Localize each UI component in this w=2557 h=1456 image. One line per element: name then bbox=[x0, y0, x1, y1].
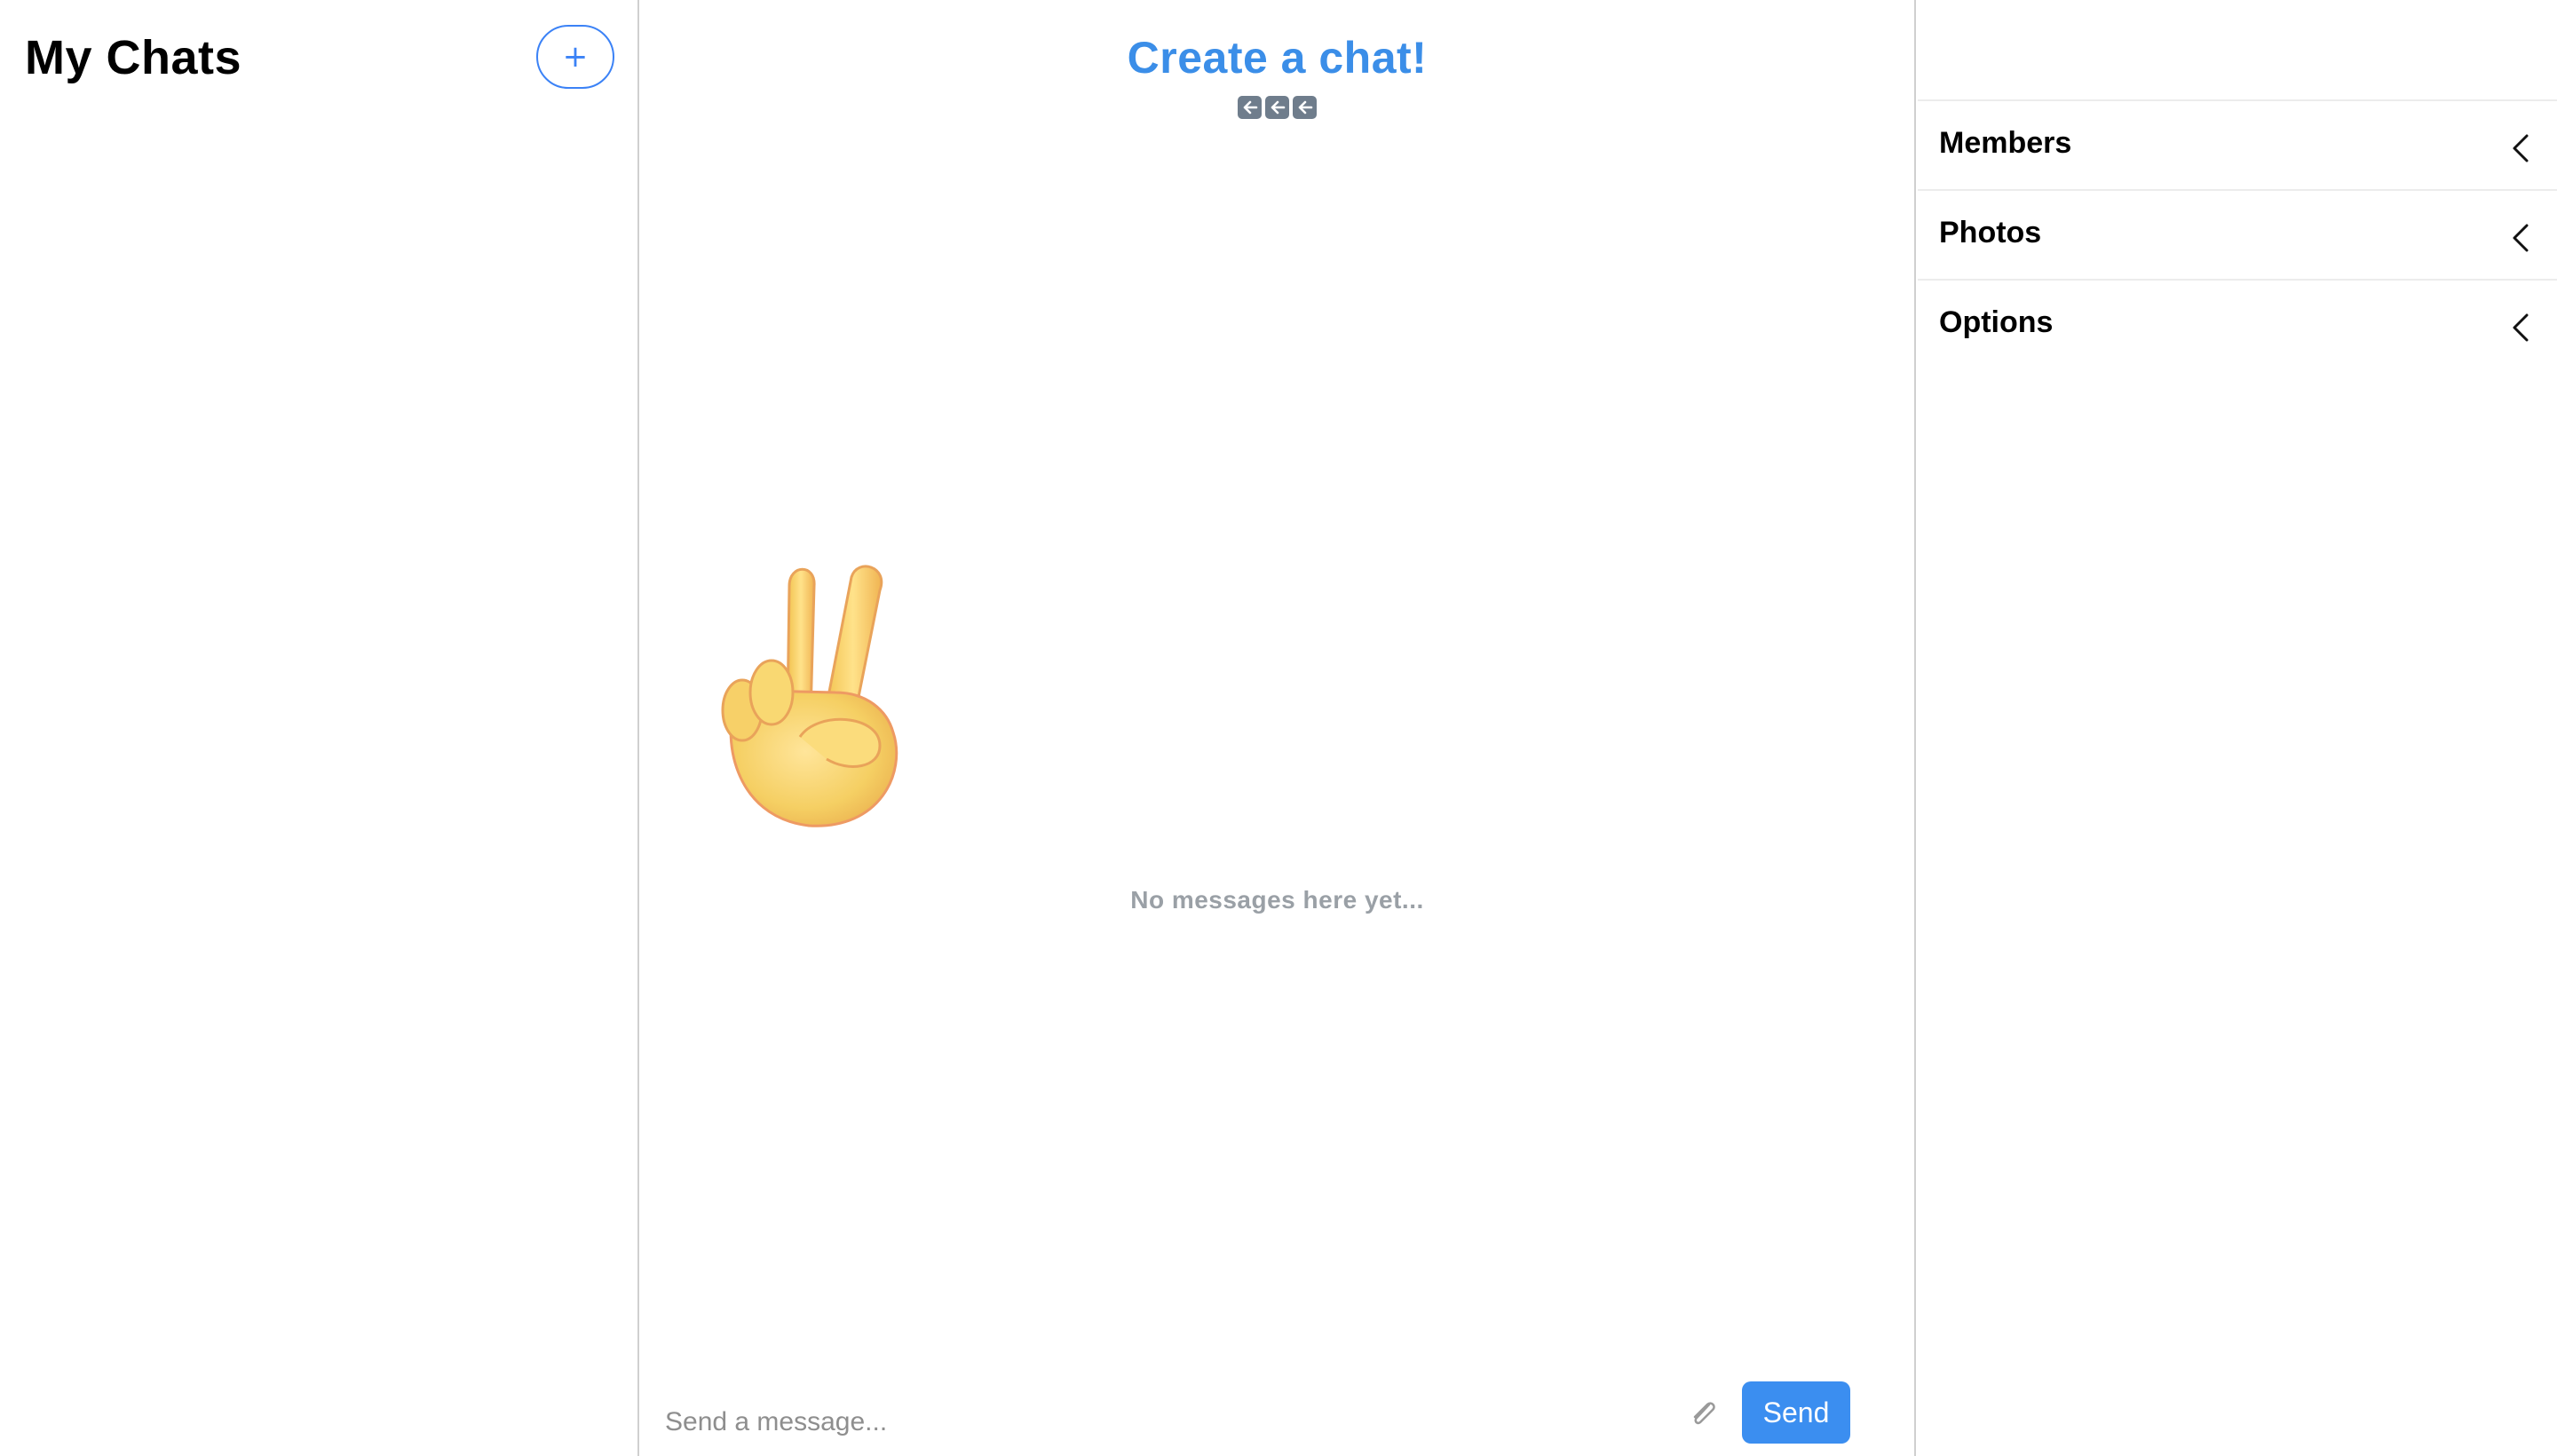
photos-section[interactable]: Photos bbox=[1918, 191, 2557, 281]
chat-settings-panel: Members Photos Options bbox=[1918, 0, 2557, 1456]
chat-list-panel: My Chats + bbox=[0, 0, 639, 1456]
back-arrows-group bbox=[640, 96, 1914, 119]
arrow-left-key-icon[interactable] bbox=[1265, 96, 1289, 119]
chat-title: Create a chat! bbox=[1127, 33, 1428, 83]
chat-feed-panel: Create a chat! No messages here yet... S… bbox=[640, 0, 1916, 1456]
chat-list-title: My Chats bbox=[25, 31, 242, 84]
chevron-left-icon[interactable] bbox=[2509, 133, 2532, 163]
members-label: Members bbox=[1939, 126, 2072, 160]
victory-hand-emoji bbox=[721, 565, 899, 827]
chevron-left-icon[interactable] bbox=[2509, 313, 2532, 343]
chat-app: My Chats + Create a chat! No messages he… bbox=[0, 0, 2557, 1456]
empty-chat-message: No messages here yet... bbox=[1130, 886, 1424, 914]
settings-header bbox=[1918, 0, 2557, 101]
members-section[interactable]: Members bbox=[1918, 101, 2557, 191]
message-composer: Send bbox=[640, 1358, 1914, 1456]
options-section[interactable]: Options bbox=[1918, 281, 2557, 370]
paperclip-icon[interactable] bbox=[1686, 1396, 1722, 1431]
new-chat-button[interactable]: + bbox=[536, 25, 614, 89]
photos-label: Photos bbox=[1939, 216, 2042, 249]
send-button[interactable]: Send bbox=[1742, 1381, 1850, 1444]
options-label: Options bbox=[1939, 305, 2054, 339]
message-input[interactable] bbox=[663, 1396, 1587, 1449]
arrow-left-key-icon[interactable] bbox=[1293, 96, 1317, 119]
chevron-left-icon[interactable] bbox=[2509, 223, 2532, 253]
arrow-left-key-icon[interactable] bbox=[1238, 96, 1262, 119]
